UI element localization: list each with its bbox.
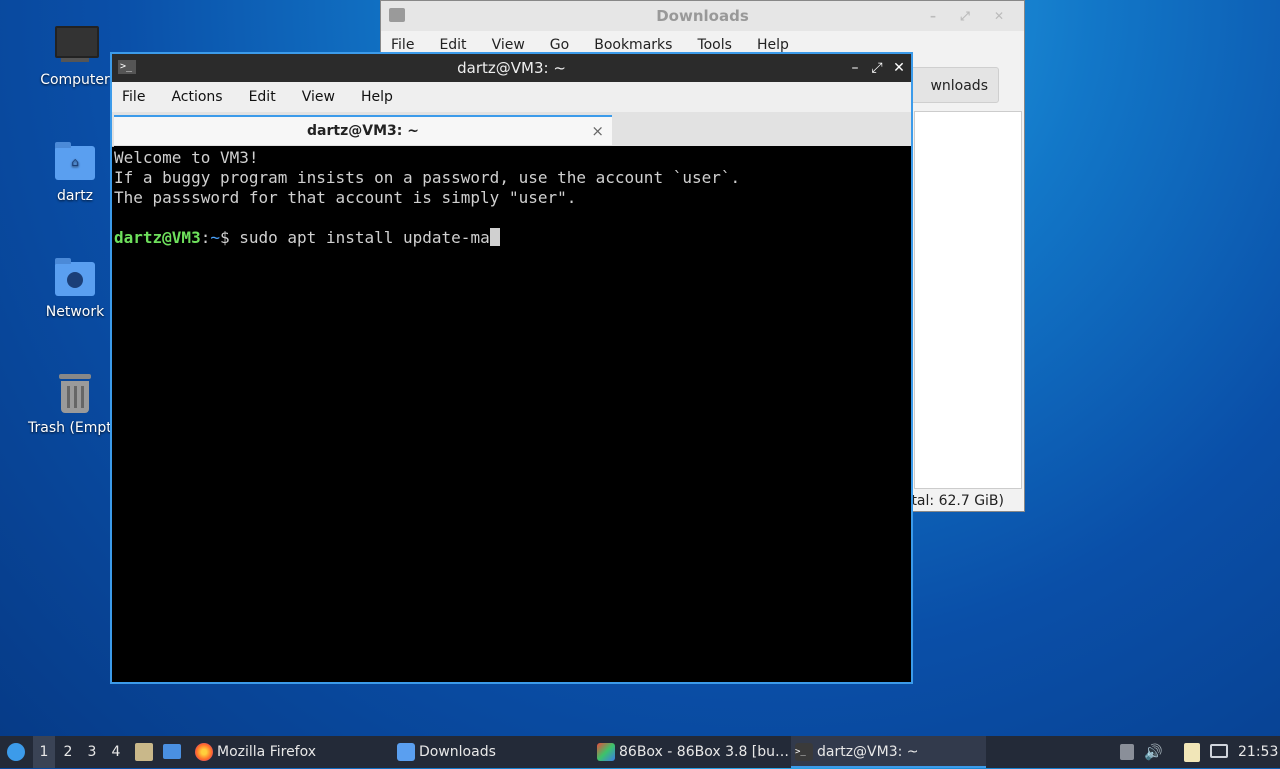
prompt-user: dartz@VM3 bbox=[114, 228, 201, 247]
lxqt-logo-icon bbox=[7, 743, 25, 761]
tab-close-button[interactable]: × bbox=[591, 117, 604, 145]
terminal-tabbar: dartz@VM3: ~ × bbox=[112, 112, 911, 147]
file-manager-titlebar[interactable]: Downloads – ⤢ ✕ bbox=[381, 1, 1024, 31]
terminal-window[interactable]: >_ dartz@VM3: ~ – ⤢ ✕ File Actions Edit … bbox=[110, 52, 913, 684]
terminal-title: dartz@VM3: ~ bbox=[457, 59, 566, 77]
file-manager-title: Downloads bbox=[656, 7, 749, 25]
folder-icon bbox=[389, 8, 405, 22]
workspace-2[interactable]: 2 bbox=[57, 736, 79, 768]
terminal-line: The passsword for that account is simply… bbox=[114, 188, 577, 207]
task-terminal[interactable]: >_ dartz@VM3: ~ bbox=[791, 736, 986, 768]
tab-label: dartz@VM3: ~ bbox=[307, 123, 419, 139]
clock[interactable]: 21:53 bbox=[1238, 736, 1278, 768]
task-firefox[interactable]: Mozilla Firefox bbox=[191, 736, 386, 768]
workspace-1[interactable]: 1 bbox=[33, 736, 55, 768]
desktop-icon bbox=[163, 744, 181, 759]
terminal-line: Welcome to VM3! bbox=[114, 148, 259, 167]
package-icon bbox=[1120, 744, 1134, 760]
clipboard-button[interactable] bbox=[1182, 736, 1204, 768]
taskbar: 1 2 3 4 Mozilla Firefox Downloads 86Box … bbox=[0, 736, 1280, 768]
tray-update-icon[interactable] bbox=[1118, 736, 1136, 768]
minimize-button[interactable]: – bbox=[845, 54, 865, 82]
workspace-4[interactable]: 4 bbox=[105, 736, 127, 768]
86box-icon bbox=[597, 743, 615, 761]
task-label: Mozilla Firefox bbox=[217, 744, 317, 760]
command-text: sudo apt install update-ma bbox=[239, 228, 490, 247]
file-list-pane[interactable] bbox=[914, 111, 1022, 489]
maximize-button[interactable]: ⤢ bbox=[867, 54, 887, 82]
prompt-path: ~ bbox=[210, 228, 220, 247]
network-tray-button[interactable] bbox=[1208, 736, 1232, 768]
volume-button[interactable]: 🔊 bbox=[1144, 736, 1166, 768]
file-manager-launcher[interactable] bbox=[133, 736, 155, 768]
home-folder-icon: ⌂ bbox=[53, 140, 97, 184]
menu-file[interactable]: File bbox=[122, 82, 145, 112]
firefox-icon bbox=[195, 743, 213, 761]
volume-icon: 🔊 bbox=[1144, 743, 1163, 761]
prompt-symbol: $ bbox=[219, 228, 240, 247]
prompt-separator: : bbox=[200, 228, 211, 247]
task-downloads[interactable]: Downloads bbox=[393, 736, 588, 768]
terminal-tab[interactable]: dartz@VM3: ~ × bbox=[114, 115, 612, 145]
terminal-icon: >_ bbox=[118, 60, 136, 74]
window-controls[interactable]: – ⤢ ✕ bbox=[930, 1, 1014, 31]
menu-edit[interactable]: Edit bbox=[249, 82, 276, 112]
task-label: Downloads bbox=[419, 744, 496, 760]
folder-icon bbox=[397, 743, 415, 761]
menu-actions[interactable]: Actions bbox=[171, 82, 222, 112]
task-label: 86Box - 86Box 3.8 [bu… bbox=[619, 744, 788, 760]
path-button-downloads[interactable]: wnloads bbox=[901, 67, 999, 103]
menu-view[interactable]: View bbox=[302, 82, 335, 112]
start-menu-button[interactable] bbox=[4, 736, 28, 768]
terminal-screen[interactable]: Welcome to VM3! If a buggy program insist… bbox=[114, 146, 911, 682]
status-bar-text: otal: 62.7 GiB) bbox=[902, 493, 1004, 509]
network-folder-icon bbox=[53, 256, 97, 300]
network-wired-icon bbox=[1210, 744, 1228, 758]
workspace-3[interactable]: 3 bbox=[81, 736, 103, 768]
menu-help[interactable]: Help bbox=[361, 82, 393, 112]
terminal-menubar: File Actions Edit View Help bbox=[112, 82, 911, 112]
task-86box[interactable]: 86Box - 86Box 3.8 [bu… bbox=[593, 736, 788, 768]
trash-icon bbox=[53, 372, 97, 416]
close-button[interactable]: ✕ bbox=[889, 54, 909, 82]
clipboard-icon bbox=[1184, 743, 1200, 762]
text-cursor bbox=[489, 228, 500, 246]
task-label: dartz@VM3: ~ bbox=[817, 744, 919, 760]
file-cabinet-icon bbox=[135, 743, 153, 761]
terminal-icon: >_ bbox=[795, 743, 813, 761]
terminal-line: If a buggy program insists on a password… bbox=[114, 168, 741, 187]
terminal-prompt-line: dartz@VM3:~$ sudo apt install update-ma bbox=[114, 228, 911, 248]
terminal-titlebar[interactable]: >_ dartz@VM3: ~ – ⤢ ✕ bbox=[112, 54, 911, 82]
show-desktop-button[interactable] bbox=[161, 736, 183, 768]
computer-icon bbox=[53, 24, 99, 68]
